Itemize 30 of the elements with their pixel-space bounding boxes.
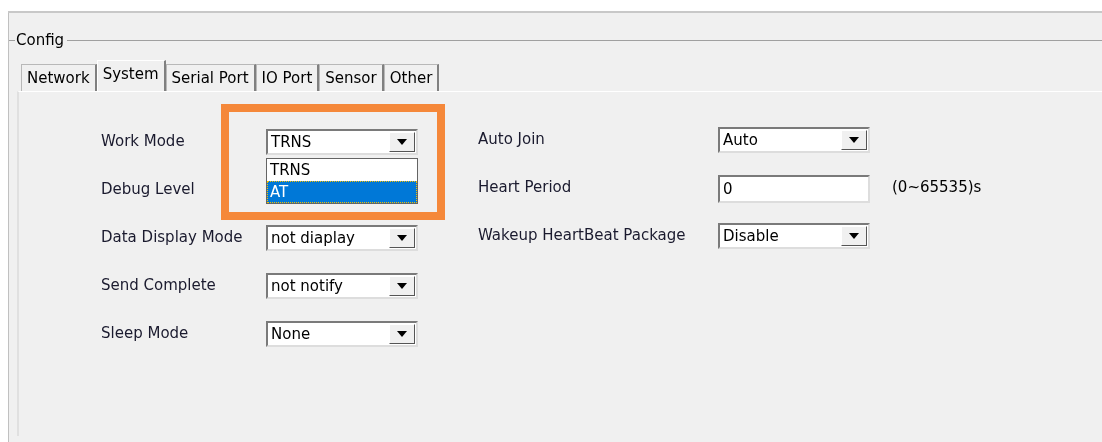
field-label: Send Complete — [101, 276, 217, 294]
group-title: Config — [15, 31, 66, 49]
caret-icon — [849, 233, 859, 239]
tab[interactable]: Network — [21, 64, 97, 91]
tab[interactable]: Serial Port — [165, 64, 256, 91]
dropdown-option[interactable]: AT — [267, 181, 417, 203]
field-label: Sleep Mode — [101, 324, 190, 342]
range-hint: (0~65535)s — [891, 178, 982, 196]
caret-icon — [397, 331, 407, 337]
caret-icon — [397, 283, 407, 289]
tab[interactable]: IO Port — [255, 64, 320, 91]
dropdown[interactable]: not notify — [266, 273, 418, 299]
dropdown[interactable]: Disable — [718, 223, 870, 249]
field-label: Heart Period — [478, 178, 573, 196]
dropdown-option[interactable]: TRNS — [267, 159, 417, 181]
tab[interactable]: Other — [383, 64, 440, 91]
dropdown[interactable]: Auto — [718, 127, 870, 153]
input-field[interactable]: 0 — [718, 175, 870, 203]
field-label: Work Mode — [101, 132, 186, 150]
field-label: Debug Level — [101, 180, 196, 198]
field-label: Auto Join — [478, 130, 546, 148]
dropdown[interactable]: not diaplay — [266, 225, 418, 251]
caret-icon — [397, 139, 407, 145]
field-label: Wakeup HeartBeat Package — [478, 226, 687, 244]
field-label: Data Display Mode — [101, 228, 244, 246]
tab[interactable]: Sensor — [319, 64, 384, 91]
tab[interactable]: System — [96, 60, 166, 92]
caret-icon — [397, 235, 407, 241]
caret-icon — [849, 137, 859, 143]
dropdown[interactable]: None — [266, 321, 418, 347]
